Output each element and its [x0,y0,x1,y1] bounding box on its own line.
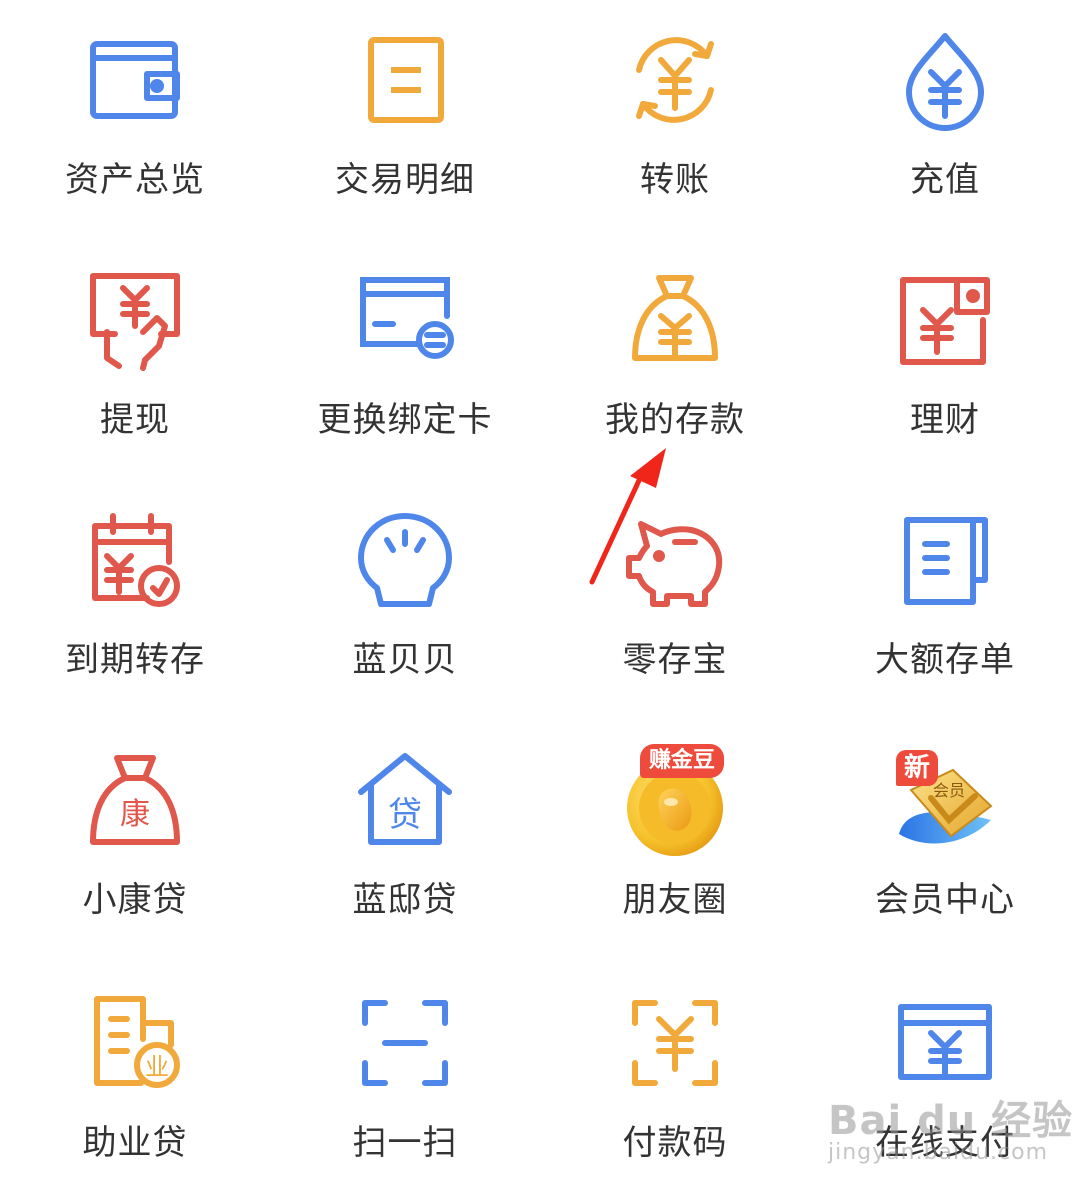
kang-bag-icon: 康 [85,750,185,850]
tile-member-center[interactable]: 会员 新 会员中心 [810,720,1080,960]
tile-maturity-renewal[interactable]: 到期转存 [0,480,270,720]
tile-wealth-management[interactable]: 理财 [810,240,1080,480]
tile-label: 提现 [100,400,170,440]
tile-label: 交易明细 [335,160,475,200]
tile-lan-beibei[interactable]: 蓝贝贝 [270,480,540,720]
tile-transfer[interactable]: 转账 [540,0,810,240]
tile-label: 蓝贝贝 [352,640,458,680]
tile-label: 零存宝 [622,640,728,680]
tile-transaction-details[interactable]: 交易明细 [270,0,540,240]
wallet-icon [85,30,185,130]
document-list-icon [355,30,455,130]
yuan-drop-icon [895,30,995,131]
tile-label: 充值 [910,160,980,200]
yuan-transfer-icon [625,30,725,130]
money-bag-icon [625,270,725,370]
tile-withdraw[interactable]: 提现 [0,240,270,480]
tile-label: 助业贷 [82,1123,188,1163]
certificate-icon [895,510,995,610]
earn-gold-beans-badge: 赚金豆 [640,744,725,778]
tile-label: 大额存单 [875,640,1015,680]
tile-asset-overview[interactable]: 资产总览 [0,0,270,240]
tile-label: 我的存款 [605,400,745,440]
wealth-wallet-icon [895,270,995,370]
tile-label: 到期转存 [65,640,205,680]
tile-label: 朋友圈 [622,880,728,920]
baidu-jingyan-watermark: Bai du 经验 jingyan.baidu.com [828,1088,1078,1178]
tile-label: 小康贷 [82,880,188,920]
watermark-main-text: Bai du 经验 [828,1098,1074,1144]
new-badge: 新 [896,750,939,786]
bank-card-exchange-icon [355,270,455,370]
house-loan-icon: 贷 [355,750,455,850]
svg-text:业: 业 [145,1053,169,1081]
tile-business-loan[interactable]: 业 助业贷 [0,963,270,1203]
annotation-arrow [580,440,680,600]
tile-landi-loan[interactable]: 贷 蓝邸贷 [270,720,540,960]
shell-icon [355,510,455,610]
scan-icon [355,993,455,1093]
business-loan-icon: 业 [85,993,185,1093]
tile-label: 转账 [640,160,710,200]
tile-large-deposit-certificate[interactable]: 大额存单 [810,480,1080,720]
withdraw-hand-icon [85,270,185,371]
tile-label: 更换绑定卡 [317,400,493,440]
tile-xiaokang-loan[interactable]: 康 小康贷 [0,720,270,960]
tile-top-up[interactable]: 充值 [810,0,1080,240]
tile-label: 会员中心 [875,880,1015,920]
watermark-url: jingyan.baidu.com [828,1140,1049,1165]
tile-label: 付款码 [622,1123,728,1163]
tile-label: 资产总览 [65,160,205,200]
tile-label: 扫一扫 [352,1123,458,1163]
tile-friends-circle[interactable]: 赚金豆 朋友圈 [540,720,810,960]
payment-code-icon [625,993,725,1093]
tile-change-bound-card[interactable]: 更换绑定卡 [270,240,540,480]
tile-scan[interactable]: 扫一扫 [270,963,540,1203]
svg-text:会员: 会员 [933,781,965,800]
tile-payment-code[interactable]: 付款码 [540,963,810,1203]
calendar-renew-icon [85,510,185,610]
service-grid: 资产总览 交易明细 转账 充值 提现 更换绑定卡 我的存款 理财 到期转存 蓝贝… [0,0,1080,1203]
tile-label: 蓝邸贷 [352,880,458,920]
svg-text:贷: 贷 [388,795,422,835]
online-payment-icon [895,993,995,1093]
tile-label: 理财 [910,400,980,440]
svg-text:康: 康 [120,797,150,832]
